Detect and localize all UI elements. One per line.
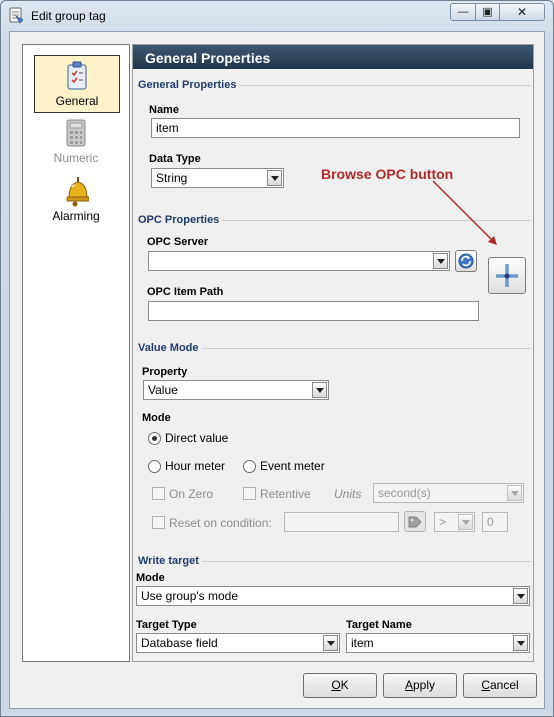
apply-label-rest: pply xyxy=(413,678,436,692)
on-zero-checkbox[interactable] xyxy=(152,487,165,500)
retentive-label: Retentive xyxy=(260,487,311,501)
opc-server-label: OPC Server xyxy=(147,236,209,248)
data-type-select[interactable]: String xyxy=(151,168,284,188)
nav-item-general[interactable]: General xyxy=(34,55,120,113)
select-tag-button[interactable] xyxy=(404,511,426,532)
target-name-value: item xyxy=(351,636,374,650)
hour-meter-label[interactable]: Hour meter xyxy=(165,459,225,473)
browse-opc-button[interactable] xyxy=(488,257,526,294)
hour-meter-radio[interactable] xyxy=(148,460,161,473)
chevron-down-icon[interactable] xyxy=(507,485,522,501)
cancel-button[interactable]: Cancel xyxy=(463,673,537,698)
reset-on-condition-label: Reset on condition: xyxy=(169,516,272,530)
nav-item-alarming[interactable]: Alarming xyxy=(23,171,129,229)
crosshair-browse-icon xyxy=(496,264,518,287)
name-label: Name xyxy=(149,104,179,116)
nav-item-numeric[interactable]: Numeric xyxy=(23,113,129,171)
direct-value-radio[interactable] xyxy=(148,432,161,445)
general-group-title: General Properties xyxy=(138,79,240,91)
calculator-icon xyxy=(66,119,86,147)
write-mode-value: Use group's mode xyxy=(141,589,239,603)
operator-value: > xyxy=(439,515,447,529)
cancel-mnemonic: C xyxy=(481,678,490,692)
panel-header: General Properties xyxy=(133,45,533,69)
event-meter-radio[interactable] xyxy=(243,460,256,473)
property-label: Property xyxy=(142,366,188,378)
operator-select[interactable]: > xyxy=(434,512,475,532)
reset-on-condition-checkbox[interactable] xyxy=(152,516,165,529)
edit-group-tag-dialog: Edit group tag — ▣ ✕ General Numeric Ala… xyxy=(0,0,554,717)
refresh-icon xyxy=(458,253,474,269)
units-select[interactable]: second(s) xyxy=(373,483,524,503)
retentive-checkbox[interactable] xyxy=(243,487,256,500)
target-name-select[interactable]: item xyxy=(346,633,530,653)
units-value: second(s) xyxy=(378,486,431,500)
close-button[interactable]: ✕ xyxy=(499,3,545,21)
target-type-select[interactable]: Database field xyxy=(136,633,340,653)
opc-item-path-input[interactable] xyxy=(148,301,479,321)
property-value: Value xyxy=(148,383,178,397)
opc-item-path-label: OPC Item Path xyxy=(147,286,224,298)
tag-icon xyxy=(9,7,24,24)
apply-mnemonic: A xyxy=(404,678,413,692)
ok-button[interactable]: OK xyxy=(303,673,377,698)
mode-label: Mode xyxy=(142,412,171,424)
name-input[interactable]: item xyxy=(151,118,520,138)
chevron-down-icon[interactable] xyxy=(323,635,338,651)
tag-icon xyxy=(408,516,422,528)
nav-label: Alarming xyxy=(52,209,100,223)
properties-panel: General Properties General Properties Na… xyxy=(132,44,534,662)
category-nav: General Numeric Alarming xyxy=(22,44,130,662)
chevron-down-icon[interactable] xyxy=(458,514,473,530)
apply-button[interactable]: Apply xyxy=(383,673,457,698)
value-mode-group-title: Value Mode xyxy=(138,342,202,354)
reset-condition-input[interactable] xyxy=(284,512,399,532)
minimize-button[interactable]: — xyxy=(450,3,476,21)
nav-label: General xyxy=(55,94,99,108)
bell-icon xyxy=(66,177,89,207)
write-mode-label: Mode xyxy=(136,572,165,584)
target-name-label: Target Name xyxy=(346,619,412,631)
event-meter-label[interactable]: Event meter xyxy=(260,459,325,473)
chevron-down-icon[interactable] xyxy=(433,253,448,269)
ok-mnemonic: O xyxy=(331,678,341,692)
cancel-label-rest: ancel xyxy=(489,678,519,692)
data-type-value: String xyxy=(156,171,188,185)
write-target-group-title: Write target xyxy=(138,555,202,567)
property-select[interactable]: Value xyxy=(143,380,329,400)
title-bar[interactable]: Edit group tag — ▣ ✕ xyxy=(1,1,553,31)
direct-value-label[interactable]: Direct value xyxy=(165,431,228,445)
nav-label: Numeric xyxy=(53,151,99,165)
data-type-label: Data Type xyxy=(149,153,201,165)
write-mode-select[interactable]: Use group's mode xyxy=(136,586,530,606)
window-title: Edit group tag xyxy=(31,9,106,23)
maximize-button[interactable]: ▣ xyxy=(475,3,500,21)
annotation-arrow xyxy=(432,180,497,245)
chevron-down-icon[interactable] xyxy=(267,170,282,186)
chevron-down-icon[interactable] xyxy=(513,635,528,651)
threshold-input[interactable]: 0 xyxy=(482,512,508,532)
ok-label-rest: K xyxy=(340,678,349,692)
chevron-down-icon[interactable] xyxy=(312,382,327,398)
target-type-value: Database field xyxy=(141,636,218,650)
dialog-body: General Numeric Alarming General Propert… xyxy=(9,31,545,709)
target-type-label: Target Type xyxy=(136,619,197,631)
on-zero-label: On Zero xyxy=(169,487,214,501)
opc-server-select[interactable] xyxy=(148,251,450,271)
clipboard-icon xyxy=(67,61,87,90)
chevron-down-icon[interactable] xyxy=(513,588,528,604)
opc-group-title: OPC Properties xyxy=(138,214,223,226)
units-label: Units xyxy=(334,487,362,501)
